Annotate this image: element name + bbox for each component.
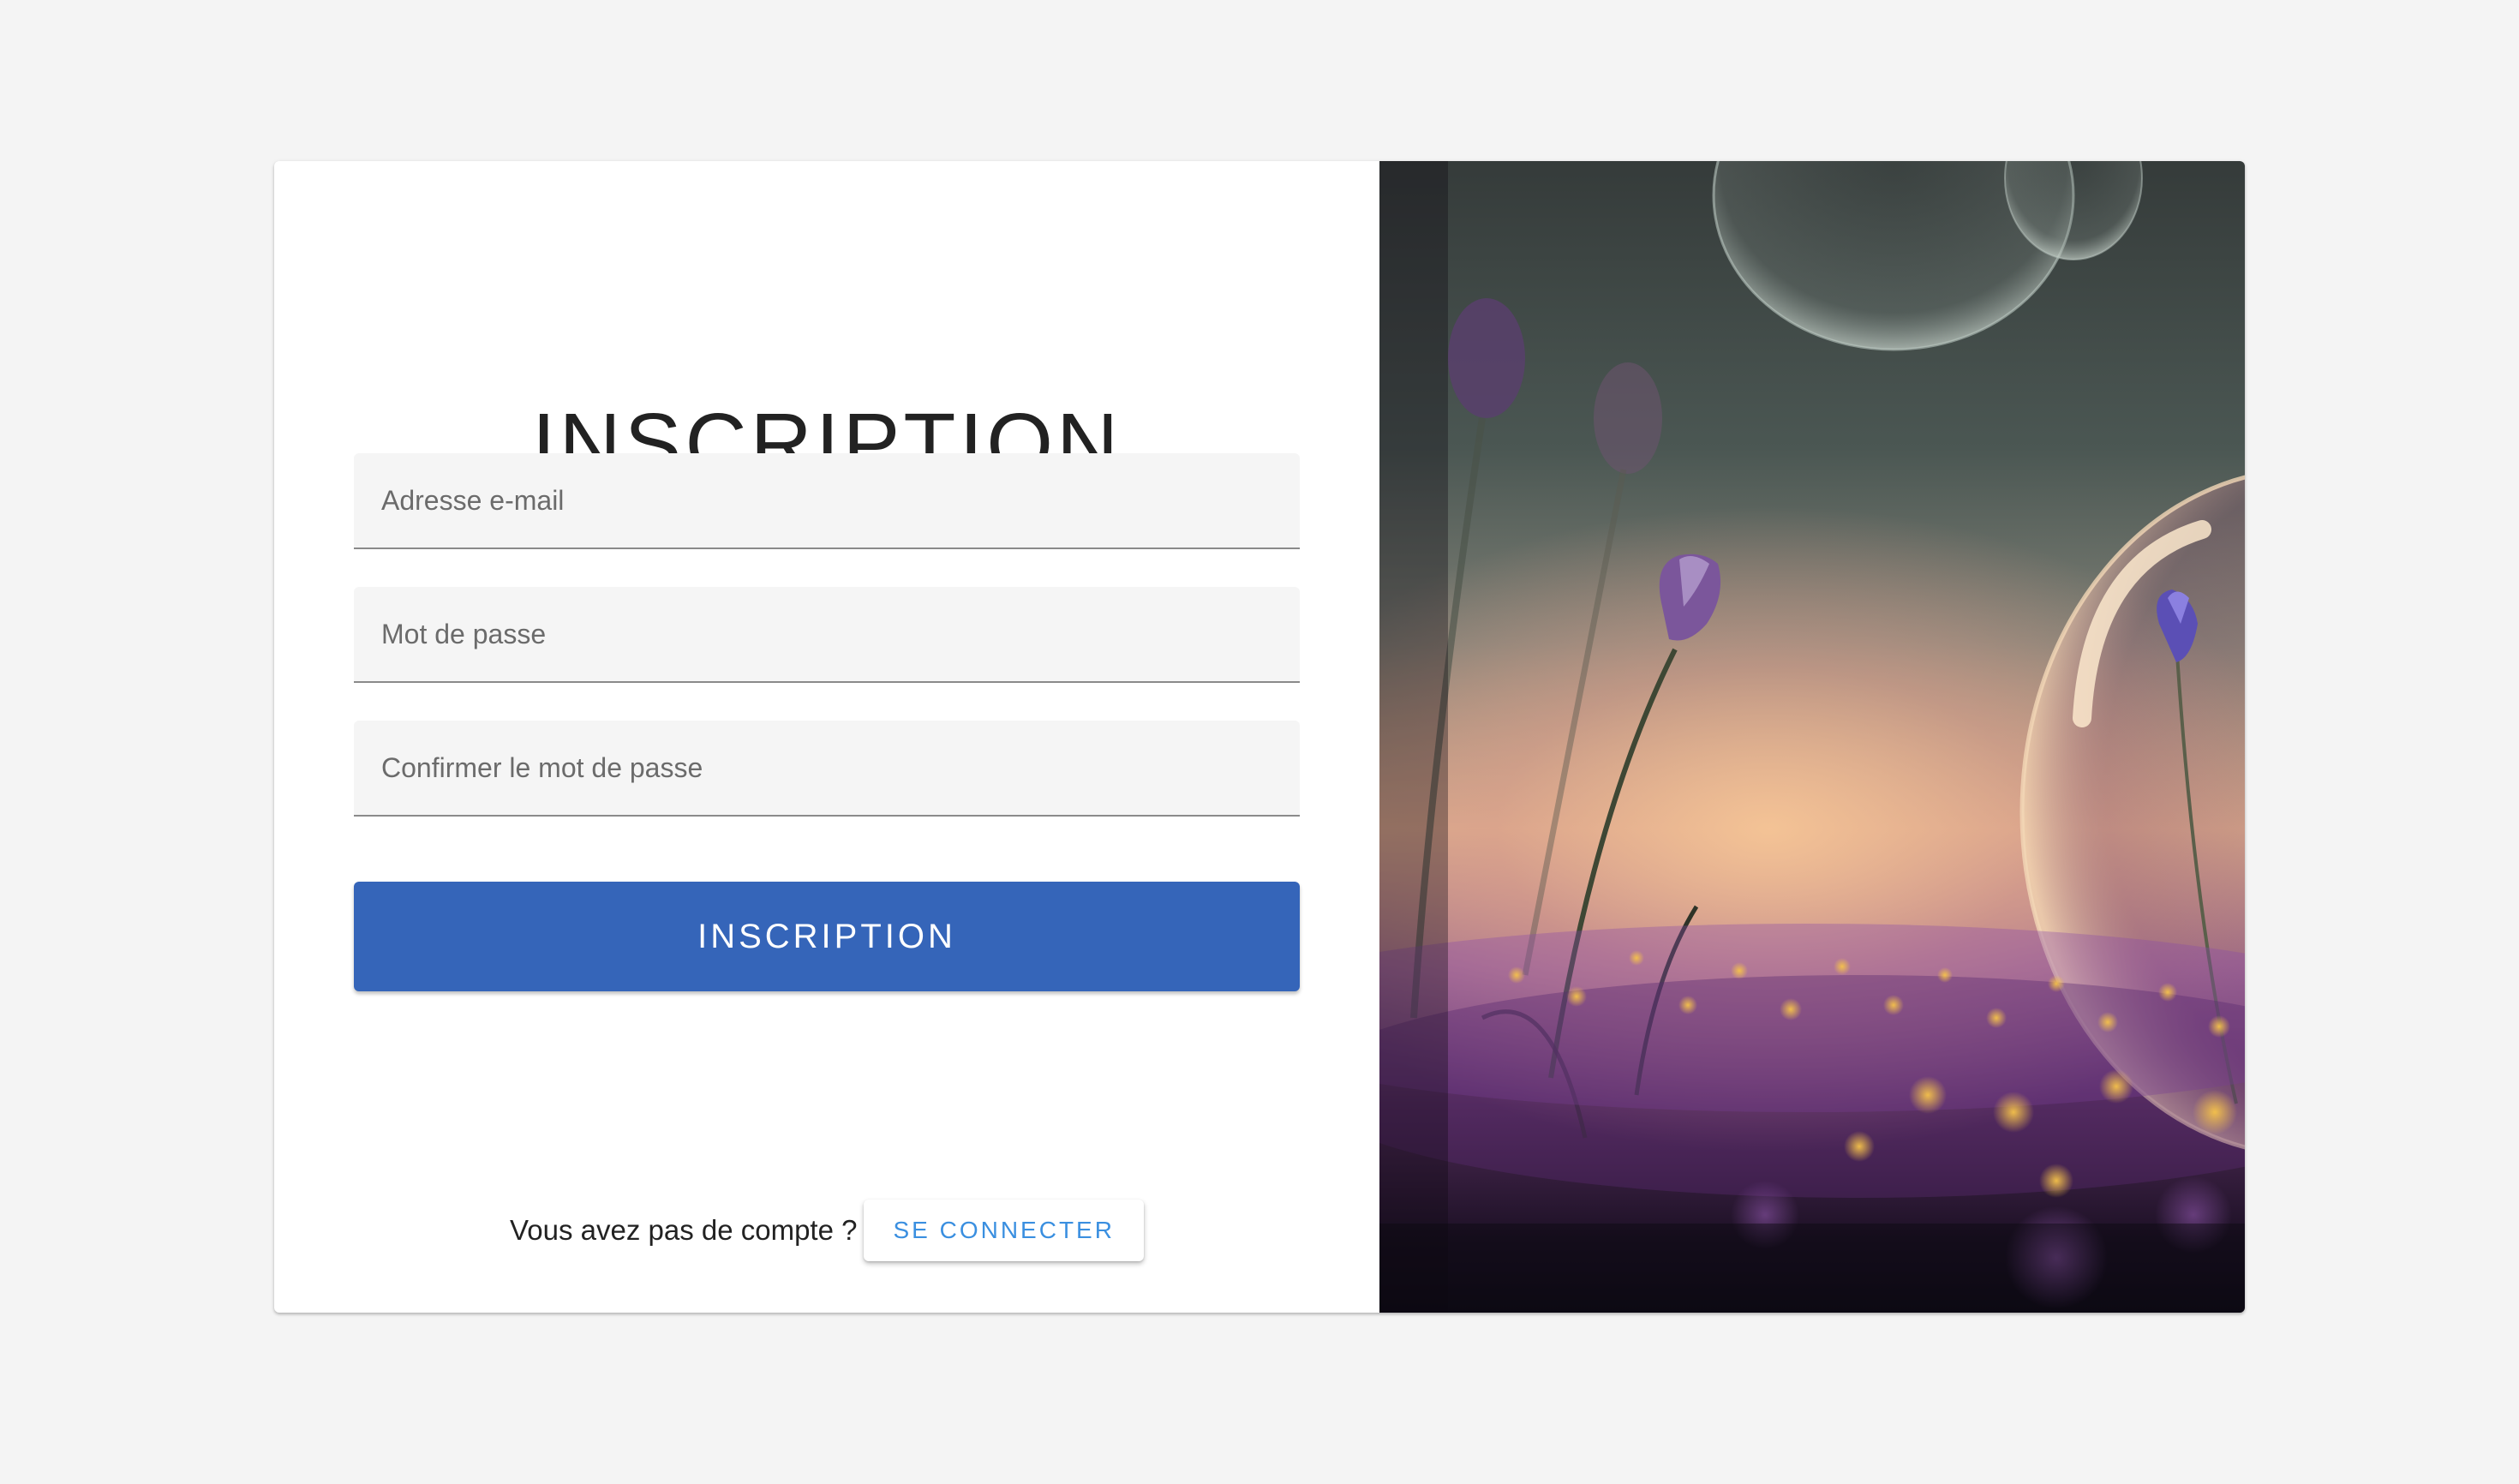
password-field[interactable] — [354, 587, 1300, 681]
email-field[interactable] — [354, 453, 1300, 548]
confirm-password-field[interactable] — [354, 721, 1300, 815]
password-field-container — [354, 587, 1300, 683]
login-button[interactable]: SE CONNECTER — [864, 1200, 1144, 1261]
flower-bubble-illustration — [1379, 161, 2245, 1313]
signup-card: INSCRIPTION INSCRIPTION Vous avez pas de… — [274, 161, 2245, 1313]
illustration-graphic — [1379, 161, 2245, 1313]
signup-button[interactable]: INSCRIPTION — [354, 882, 1300, 991]
login-prompt-text: Vous avez pas de compte ? — [510, 1214, 858, 1246]
email-field-container — [354, 453, 1300, 549]
signup-form-panel: INSCRIPTION INSCRIPTION Vous avez pas de… — [274, 161, 1379, 1313]
login-prompt: Vous avez pas de compte ? SE CONNECTER — [274, 1200, 1379, 1261]
confirm-password-field-container — [354, 721, 1300, 817]
